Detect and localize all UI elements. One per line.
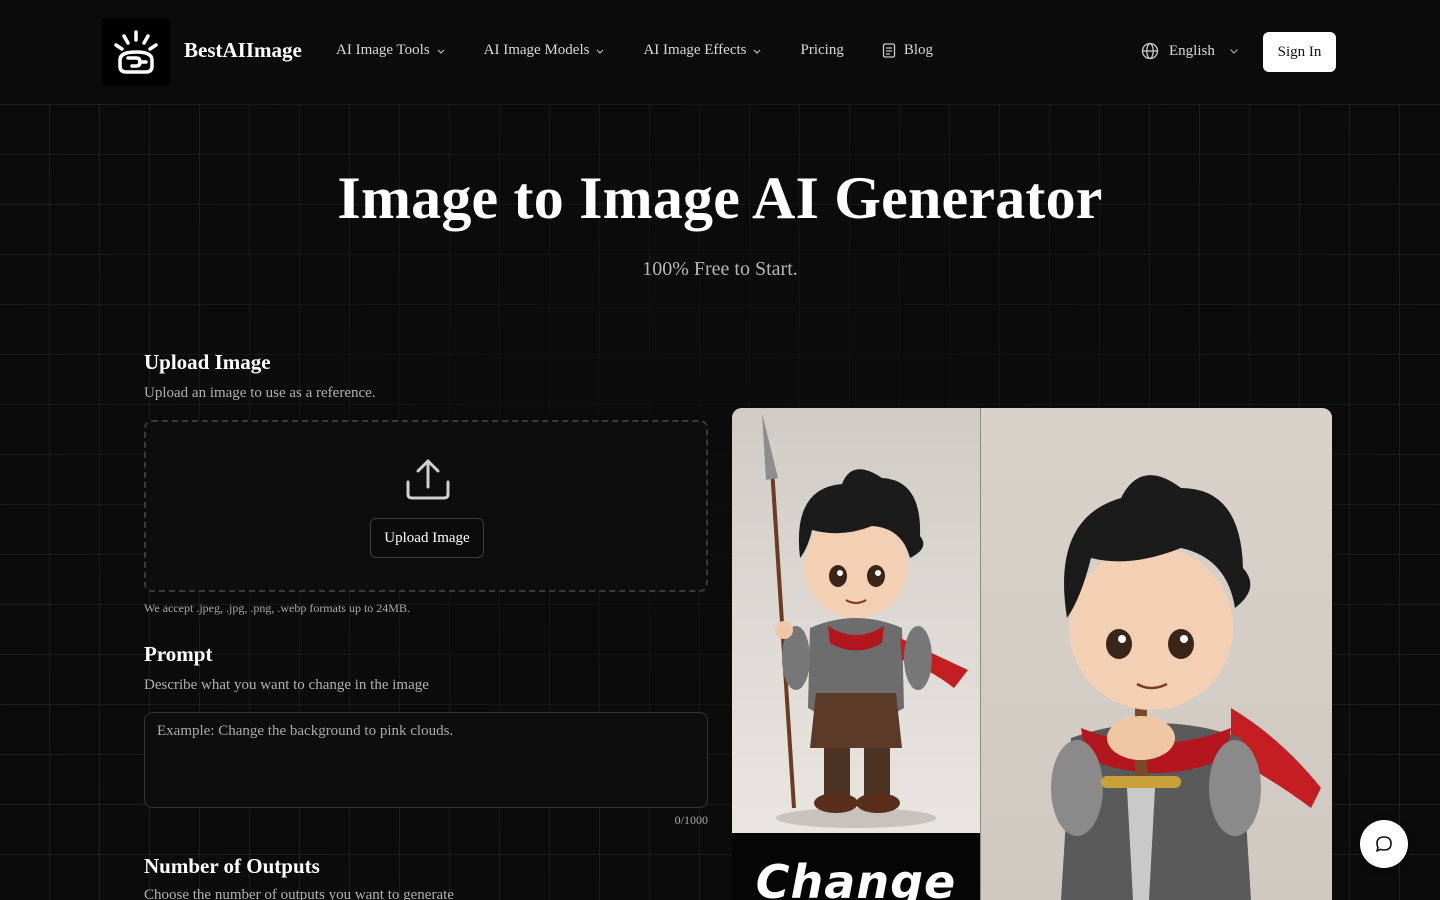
nav-ai-image-tools[interactable]: AI Image Tools xyxy=(336,42,446,59)
chevron-down-icon xyxy=(597,49,604,54)
nav-label: AI Image Models xyxy=(483,42,590,58)
nav-pricing[interactable]: Pricing xyxy=(800,42,843,59)
prompt-section-description: Describe what you want to change in the … xyxy=(144,677,429,693)
page-title: Image to Image AI Generator xyxy=(337,165,1103,231)
outputs-section-title: Number of Outputs xyxy=(144,854,320,878)
preview-caption: Change xyxy=(755,855,957,900)
nav-label: Pricing xyxy=(800,42,844,58)
upload-icon xyxy=(406,459,450,500)
prompt-char-counter: 0/1000 xyxy=(674,813,708,827)
robot-logo-icon xyxy=(114,30,158,74)
page-subtitle: 100% Free to Start. xyxy=(642,258,798,280)
nav-label: Blog xyxy=(903,42,934,58)
language-selector[interactable]: English xyxy=(1141,42,1239,60)
after-image xyxy=(981,408,1332,900)
site-header: BestAIImage AI Image Tools AI Image Mode… xyxy=(0,0,1440,104)
upload-section-title: Upload Image xyxy=(144,350,271,374)
before-image xyxy=(732,408,980,833)
nav-label: AI Image Tools xyxy=(336,42,430,58)
document-icon xyxy=(882,43,895,58)
nav-blog[interactable]: Blog xyxy=(882,42,933,59)
language-label: English xyxy=(1169,42,1215,59)
brand-name[interactable]: BestAIImage xyxy=(184,38,302,63)
nav-ai-image-models[interactable]: AI Image Models xyxy=(484,42,606,59)
chevron-down-icon xyxy=(754,49,761,54)
accepted-formats-note: We accept .jpeg, .jpg, .png, .webp forma… xyxy=(144,601,410,615)
outputs-section-description: Choose the number of outputs you want to… xyxy=(144,887,454,900)
prompt-section-title: Prompt xyxy=(144,642,213,666)
chevron-down-icon xyxy=(1229,49,1238,54)
chibi-warrior-with-sword-illustration xyxy=(1051,475,1321,900)
chevron-down-icon xyxy=(437,49,445,54)
upload-image-button[interactable]: Upload Image xyxy=(370,518,484,558)
sign-in-button[interactable]: Sign In xyxy=(1263,32,1336,72)
upload-dropzone[interactable]: Upload Image xyxy=(144,420,708,592)
logo[interactable] xyxy=(102,18,170,86)
chat-support-button[interactable] xyxy=(1360,820,1408,868)
globe-icon xyxy=(1141,42,1159,60)
nav-label: AI Image Effects xyxy=(643,42,747,58)
prompt-input[interactable] xyxy=(144,712,708,808)
chibi-warrior-with-spear-illustration xyxy=(762,413,968,828)
caption-banner: Change xyxy=(732,833,980,900)
example-preview: Change xyxy=(732,408,1332,900)
main-nav: AI Image Tools AI Image Models AI Image … xyxy=(336,42,971,59)
upload-section-description: Upload an image to use as a reference. xyxy=(144,385,376,401)
chat-bubble-icon xyxy=(1376,836,1392,852)
nav-ai-image-effects[interactable]: AI Image Effects xyxy=(643,42,762,59)
